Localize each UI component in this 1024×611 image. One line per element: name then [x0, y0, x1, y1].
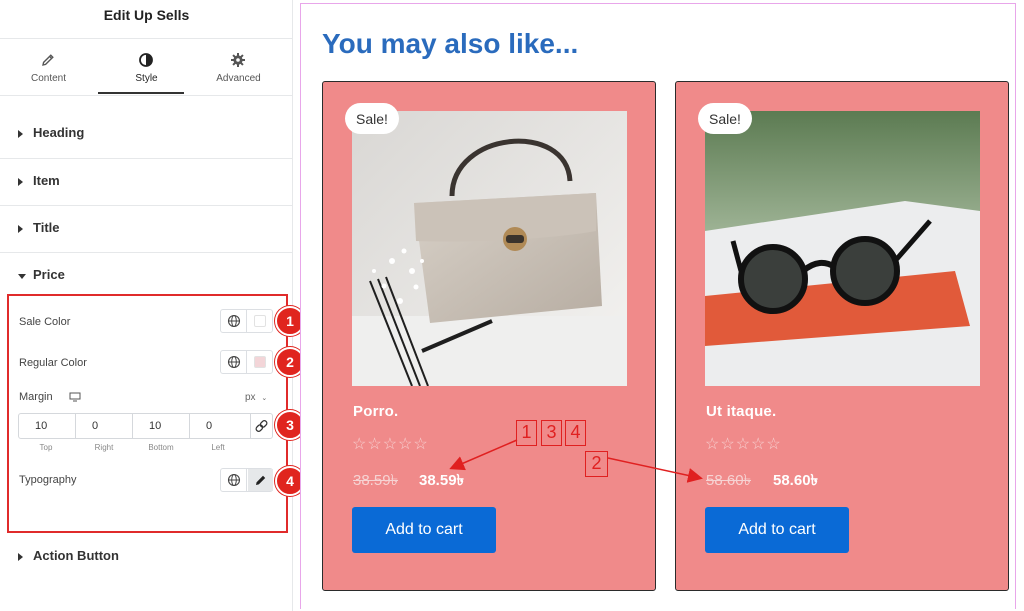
- global-colors-button[interactable]: [221, 351, 247, 373]
- sale-badge: Sale!: [345, 103, 399, 134]
- divider: [0, 38, 293, 39]
- typography-label: Typography: [19, 474, 77, 486]
- annotation-label: 1: [516, 420, 537, 446]
- global-colors-button[interactable]: [221, 310, 247, 332]
- margin-unit-select[interactable]: px ⌄: [245, 392, 267, 403]
- sunglasses-photo: [705, 111, 980, 386]
- panel-tabs: Content Style Advanced: [0, 40, 293, 94]
- margin-inputs: 10 0 10 0: [18, 413, 273, 439]
- section-label: Price: [33, 267, 65, 282]
- margin-right-input[interactable]: 0: [75, 413, 133, 439]
- section-price[interactable]: Price: [0, 253, 293, 300]
- pencil-icon: [42, 54, 54, 66]
- caret-right-icon: [18, 130, 23, 138]
- typography-control: [220, 468, 273, 492]
- sale-color-swatch[interactable]: [254, 315, 266, 327]
- global-fonts-button[interactable]: [221, 469, 247, 491]
- regular-color-label: Regular Color: [19, 357, 87, 369]
- add-to-cart-button[interactable]: Add to cart: [705, 507, 849, 553]
- unit-label: px: [245, 392, 256, 403]
- active-tab-indicator: [98, 92, 184, 94]
- section-label: Item: [33, 173, 60, 188]
- tab-advanced[interactable]: Advanced: [190, 40, 287, 94]
- globe-icon: [227, 355, 241, 369]
- sale-badge: Sale!: [698, 103, 752, 134]
- section-heading[interactable]: Heading: [0, 111, 293, 158]
- divider: [0, 95, 293, 96]
- half-circle-icon: [139, 53, 153, 67]
- tab-label: Advanced: [216, 73, 261, 84]
- caret-right-icon: [18, 178, 23, 186]
- margin-left-sublabel: Left: [211, 443, 225, 452]
- rating-stars: ☆☆☆☆☆: [705, 436, 782, 453]
- tab-style[interactable]: Style: [98, 40, 195, 94]
- product-name[interactable]: Ut itaque.: [706, 403, 776, 420]
- pencil-icon: [256, 475, 266, 485]
- section-label: Title: [33, 220, 60, 235]
- editor-panel: Edit Up Sells Content Style Advanced Hea…: [0, 0, 293, 611]
- tab-label: Style: [135, 73, 158, 84]
- regular-color-swatch[interactable]: [254, 356, 266, 368]
- sale-color-label: Sale Color: [19, 316, 71, 328]
- edit-typography-button[interactable]: [248, 469, 273, 491]
- gear-icon: [231, 53, 245, 67]
- margin-bottom-sublabel: Bottom: [148, 443, 174, 452]
- margin-left-input[interactable]: 0: [189, 413, 251, 439]
- chevron-down-icon: ⌄: [261, 395, 268, 402]
- rating-stars: ☆☆☆☆☆: [352, 436, 429, 453]
- annotation-label: 3: [541, 420, 562, 446]
- product-name[interactable]: Porro.: [353, 403, 398, 420]
- sale-price: 38.59৳: [419, 472, 465, 489]
- link-icon: [255, 420, 268, 432]
- margin-right-sublabel: Right: [94, 443, 114, 452]
- globe-icon: [227, 314, 241, 328]
- margin-top-input[interactable]: 10: [18, 413, 76, 439]
- upsells-heading: You may also like...: [322, 28, 579, 59]
- product-image[interactable]: [352, 111, 627, 386]
- margin-top-sublabel: Top: [39, 443, 53, 452]
- globe-icon: [227, 473, 241, 487]
- section-title[interactable]: Title: [0, 206, 293, 253]
- link-values-button[interactable]: [250, 413, 273, 439]
- annotation-label: 2: [585, 451, 608, 477]
- product-card: Sale! Ut itaque. ☆☆☆☆☆ 58.60৳ 58.60৳ Add…: [675, 81, 1009, 591]
- tab-label: Content: [30, 73, 67, 84]
- old-price: 58.60৳: [706, 472, 752, 489]
- sale-color-control: [220, 309, 273, 333]
- handbag-photo: [352, 111, 627, 386]
- section-label: Action Button: [33, 548, 119, 563]
- section-item[interactable]: Item: [0, 159, 293, 206]
- tab-content[interactable]: Content: [0, 40, 97, 94]
- panel-title: Edit Up Sells: [103, 7, 190, 23]
- add-to-cart-button[interactable]: Add to cart: [352, 507, 496, 553]
- sale-price: 58.60৳: [773, 472, 819, 489]
- desktop-icon[interactable]: [69, 392, 81, 402]
- caret-right-icon: [18, 553, 23, 561]
- caret-down-icon: [18, 274, 26, 279]
- annotation-label: 4: [565, 420, 586, 446]
- margin-label: Margin: [19, 391, 53, 403]
- regular-color-control: [220, 350, 273, 374]
- section-label: Heading: [33, 125, 85, 140]
- product-image[interactable]: [705, 111, 980, 386]
- section-action-button[interactable]: Action Button: [0, 534, 293, 581]
- margin-bottom-input[interactable]: 10: [132, 413, 190, 439]
- caret-right-icon: [18, 225, 23, 233]
- old-price: 38.59৳: [353, 472, 399, 489]
- product-card: Sale! Porro. ☆☆☆☆☆ 38.59৳ 38.59৳ Add to …: [322, 81, 656, 591]
